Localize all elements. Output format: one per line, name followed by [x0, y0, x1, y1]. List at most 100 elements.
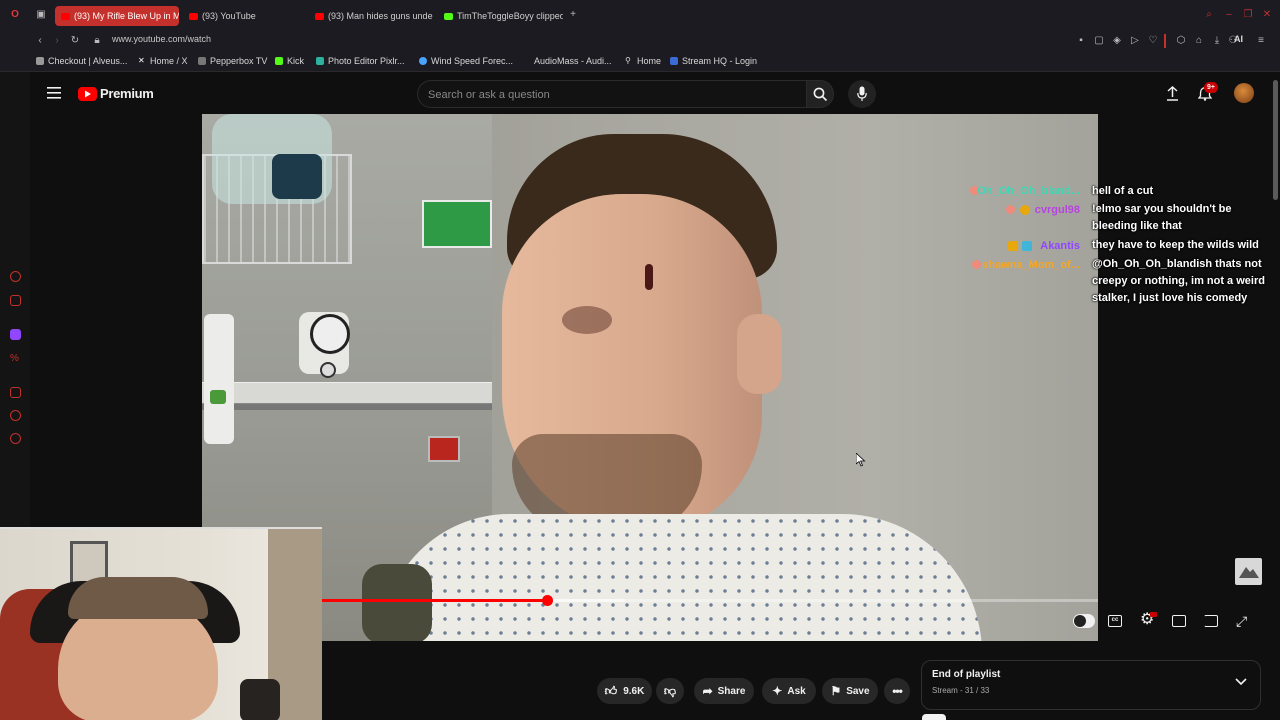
heart-icon[interactable]: ♡	[1148, 36, 1158, 46]
bookmark-item[interactable]: ⚲ Home	[625, 56, 661, 66]
sidebar-bag-icon[interactable]	[10, 295, 21, 306]
microphone-icon	[857, 86, 867, 101]
forward-icon[interactable]: ›	[52, 36, 62, 46]
more-dots-icon: •••	[892, 684, 903, 698]
snapshot-icon[interactable]: ▢	[1094, 36, 1104, 46]
bookmark-item[interactable]: Photo Editor Pixlr...	[316, 56, 405, 66]
maximize-icon[interactable]: ❐	[1243, 10, 1253, 20]
sidebar-settings-icon[interactable]	[10, 433, 21, 444]
play-icon[interactable]: ▷	[1130, 36, 1140, 46]
playlist-panel[interactable]: End of playlist Stream - 31 / 33	[921, 660, 1261, 710]
youtube-favicon-icon	[61, 12, 70, 20]
playlist-title: End of playlist	[932, 669, 1001, 680]
chevron-down-icon[interactable]	[1235, 678, 1247, 686]
autoplay-toggle[interactable]	[1073, 614, 1095, 628]
bookmark-favicon-icon	[36, 57, 44, 65]
ask-button[interactable]: ✦ Ask	[762, 678, 816, 704]
fullscreen-icon[interactable]: ⤢	[1236, 614, 1247, 628]
tab-youtube[interactable]: (93) YouTube	[183, 6, 308, 26]
save-button[interactable]: ⚑ Save	[822, 678, 878, 704]
sidebar-pinboard-icon[interactable]	[10, 387, 21, 398]
bookmark-label: Home	[637, 56, 662, 66]
sidebar-twitch-icon[interactable]	[10, 329, 21, 340]
tab-label: (93) YouTube	[202, 11, 256, 21]
share-arrow-icon: ➦	[702, 684, 713, 698]
next-row-chip	[922, 714, 946, 720]
extensions-icon[interactable]: ⬡	[1176, 36, 1186, 46]
youtube-logo[interactable]: Premium	[78, 86, 154, 101]
opera-logo-icon[interactable]: O	[10, 10, 20, 20]
bookmark-favicon-icon	[198, 57, 206, 65]
more-actions-button[interactable]: •••	[884, 678, 910, 704]
tab-man-hides-guns[interactable]: (93) Man hides guns unde	[309, 6, 434, 26]
like-count: 9.6K	[623, 685, 645, 697]
streamer-webcam	[0, 527, 322, 720]
menu-icon[interactable]: ≡	[1256, 36, 1266, 46]
x-logo-icon: ✕	[138, 56, 145, 65]
chat-username[interactable]: cvrgul98	[1035, 204, 1080, 216]
share-button[interactable]: ➦ Share	[694, 678, 754, 704]
green-sign	[422, 200, 492, 248]
chat-message: hell of a cut	[1092, 185, 1154, 197]
bookmark-item[interactable]: Wind Speed Forec...	[419, 56, 513, 66]
captions-icon[interactable]: cc	[1108, 615, 1122, 627]
cast-icon[interactable]	[1204, 615, 1218, 627]
search-button[interactable]	[806, 80, 834, 108]
reload-icon[interactable]: ↻	[70, 36, 80, 46]
bookmark-item[interactable]: Checkout | Alveus...	[36, 56, 127, 66]
hamburger-menu-icon[interactable]	[47, 87, 61, 99]
bookmark-label: AudioMass - Audi...	[534, 56, 612, 66]
bookmark-item[interactable]: AudioMass - Audi...	[534, 56, 612, 66]
thumbs-down-icon: 👎︎	[663, 683, 677, 698]
chat-message: they have to keep the wilds wild	[1092, 239, 1259, 251]
browser-address-row: ‹ › ↻ 🔒︎ www.youtube.com/watch ▪ ▢ ◈ ▷ ♡…	[0, 30, 1280, 52]
save-label: Save	[846, 685, 870, 697]
chat-overlay: Oh_Oh_Oh_bland... hell of a cut cvrgul98…	[960, 182, 1270, 312]
sidebar-history-icon[interactable]	[10, 410, 21, 421]
search-input[interactable]: Search or ask a question	[417, 80, 807, 108]
voice-search-button[interactable]	[848, 80, 876, 108]
video-progress-bar[interactable]	[322, 595, 1098, 606]
toggle-knob	[1074, 615, 1086, 627]
progress-scrubber-handle[interactable]	[542, 595, 554, 606]
channel-watermark-icon[interactable]	[1235, 558, 1262, 585]
rail-shadow	[202, 404, 492, 410]
bookmark-item[interactable]: Pepperbox TV	[198, 56, 267, 66]
dislike-button[interactable]: 👎︎	[656, 678, 684, 704]
avatar[interactable]	[1234, 83, 1254, 103]
bookmark-label: Checkout | Alveus...	[48, 56, 128, 66]
like-button[interactable]: 👍︎ 9.6K	[597, 678, 652, 704]
bookmark-icon[interactable]: ▪	[1076, 36, 1086, 46]
sidebar-messenger-icon[interactable]	[10, 271, 21, 282]
chat-username[interactable]: Oh_Oh_Oh_bland...	[977, 185, 1080, 197]
aria-ai-button[interactable]: AI	[1234, 34, 1243, 44]
download-icon[interactable]: ⤓	[1212, 36, 1222, 46]
miniplayer-icon[interactable]	[1172, 615, 1186, 627]
wallet-icon[interactable]: ⌂	[1194, 36, 1204, 46]
search-tabs-icon[interactable]: ⌕	[1204, 10, 1214, 20]
bookmark-item[interactable]: Stream HQ - Login	[670, 56, 757, 66]
address-bar[interactable]: www.youtube.com/watch	[112, 34, 211, 44]
tab-rifle-video[interactable]: (93) My Rifle Blew Up in M	[55, 6, 179, 26]
blue-container	[272, 154, 322, 199]
bookmark-item[interactable]: Kick	[275, 56, 304, 66]
tab-twitch-clip[interactable]: TimTheToggleBoyy clipped	[438, 6, 563, 26]
back-icon[interactable]: ‹	[35, 36, 45, 46]
chat-username[interactable]: Akantis	[1040, 240, 1080, 252]
bookmark-favicon-icon	[670, 57, 678, 65]
close-window-icon[interactable]: ✕	[1262, 10, 1272, 20]
kick-favicon-icon	[444, 12, 453, 20]
bookmark-item[interactable]: ✕ Home / X	[138, 56, 188, 66]
sidebar-percent-icon[interactable]: %	[10, 353, 21, 364]
new-tab-icon[interactable]: +	[568, 10, 578, 20]
suction-green-indicator	[210, 390, 226, 404]
tab-manager-icon[interactable]: ▣	[36, 10, 46, 20]
chat-username[interactable]: shawna_Mom_of...	[982, 259, 1080, 271]
gown-pattern	[382, 514, 982, 641]
youtube-play-icon	[78, 86, 97, 101]
chat-badge-icon	[1020, 205, 1030, 215]
minimize-icon[interactable]: –	[1224, 10, 1234, 20]
shield-icon[interactable]: ◈	[1112, 36, 1122, 46]
upload-icon[interactable]	[1166, 86, 1179, 101]
scrollbar-thumb[interactable]	[1273, 80, 1278, 200]
